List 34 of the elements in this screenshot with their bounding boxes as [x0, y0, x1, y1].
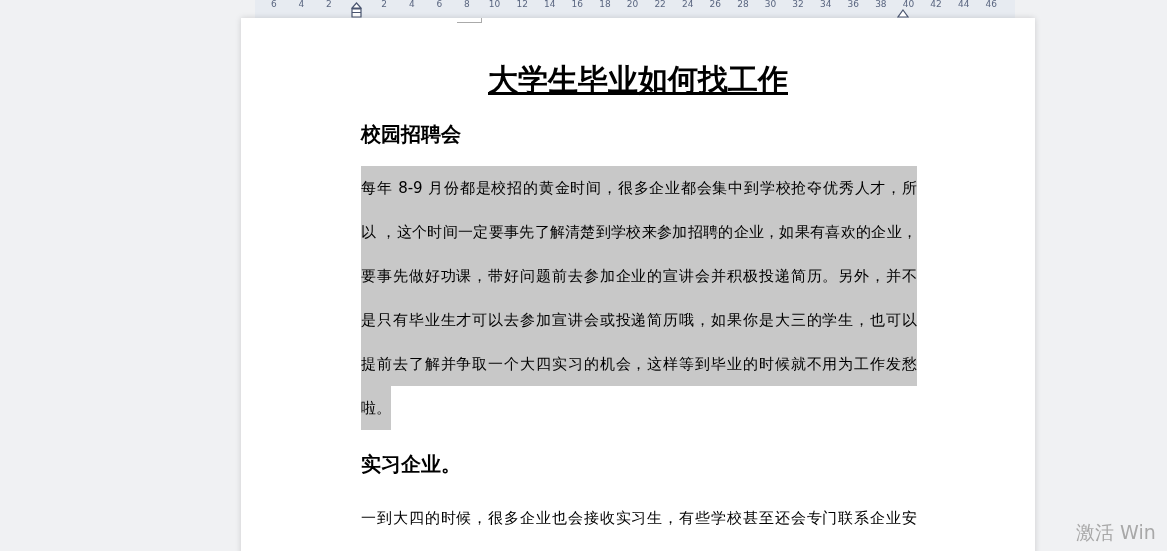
ruler-number: 36: [847, 0, 859, 9]
document-title: 大学生毕业如何找工作: [487, 61, 789, 99]
ruler-number: 18: [599, 0, 611, 9]
ruler-number: 2: [325, 0, 333, 11]
ruler-number: 4: [297, 0, 306, 11]
ruler-number: 38: [875, 0, 887, 9]
ruler-number: 22: [654, 0, 666, 9]
ruler-number: 42: [930, 0, 942, 9]
ruler-number: 26: [709, 0, 721, 9]
ruler-number: 44: [957, 0, 970, 9]
activation-notice: 激活 Win: [1076, 520, 1156, 545]
ruler-number: 16: [571, 0, 584, 9]
ruler-number: 12: [516, 0, 528, 9]
ruler-number: 46: [985, 0, 997, 9]
section-heading: 校园招聘会: [361, 121, 462, 148]
ruler-number: 24: [681, 0, 694, 9]
ruler-number: 40: [902, 0, 915, 9]
ruler-number: 6: [436, 0, 443, 9]
ruler-number: 28: [737, 0, 749, 9]
ruler-number: 20: [626, 0, 639, 9]
ruler-number: 4: [408, 0, 415, 9]
section-heading: 实习企业。: [361, 451, 462, 478]
ruler-number: 2: [381, 0, 388, 9]
ruler-number: 30: [764, 0, 777, 9]
indent-marker-icon[interactable]: [351, 2, 363, 18]
ruler-number: 6: [269, 0, 278, 11]
ruler-number: 10: [488, 0, 501, 9]
ruler-number: 14: [544, 0, 556, 9]
paragraph: 一到大四的时候，很多企业也会接收实习生，有些学校甚至还会专门联系企业安: [361, 508, 917, 529]
ruler[interactable]: 6 4 2 2 4 6 8 10 12 14 16 18 20 22 24 26 28 30 32 34 36 38 40 42 44 46: [255, 0, 1015, 18]
ruler-number: 8: [464, 0, 470, 9]
paragraph: 每年 8-9 月份都是校招的黄金时间，很多企业都会集中到学校抢夺优秀人才，所 以 ，这个时间一定要事先了解清楚到学校来参加招聘的企业，如果有喜欢的企业， 要事先做好功课，带好问题前去参加企业的宣讲会并积极投递简历。另外，并不 是只有毕业生才可以去参加宣讲会或投递简历哦，如果你是大三的学生，也可以 提前去了解并争取一个大四实习的机会，这样等到毕业的时候就不用为工作发愁 啦。: [361, 166, 917, 430]
ruler-number: 32: [792, 0, 804, 9]
ruler-number: 34: [819, 0, 832, 9]
